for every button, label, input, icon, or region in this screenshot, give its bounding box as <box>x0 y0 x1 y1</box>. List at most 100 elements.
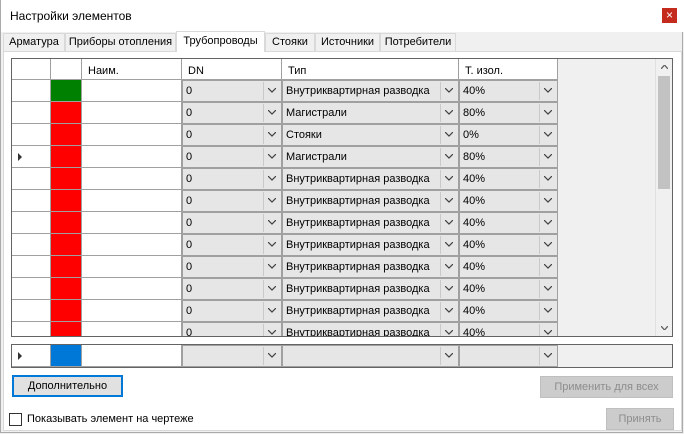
type-combo[interactable]: Внутриквартирная разводка <box>282 234 459 256</box>
insulation-column-header[interactable]: Т. изол. <box>459 59 558 80</box>
insulation-combo[interactable]: 40% <box>459 168 558 190</box>
pipelines-grid[interactable]: Наим. DN Тип Т. изол. 0 Внутриквартирная … <box>11 58 673 337</box>
dropdown-arrow-icon[interactable] <box>263 192 280 210</box>
dropdown-arrow-icon[interactable] <box>539 126 556 144</box>
type-combo[interactable]: Внутриквартирная разводка <box>282 190 459 212</box>
name-cell[interactable] <box>82 322 182 336</box>
dropdown-arrow-icon[interactable] <box>539 280 556 298</box>
dn-combo[interactable]: 0 <box>182 212 282 234</box>
dn-combo[interactable]: 0 <box>182 322 282 336</box>
type-combo[interactable]: Внутриквартирная разводка <box>282 322 459 336</box>
accept-button[interactable]: Принять <box>606 408 674 430</box>
dropdown-arrow-icon[interactable] <box>440 170 457 188</box>
dropdown-arrow-icon[interactable] <box>440 236 457 254</box>
dn-combo[interactable]: 0 <box>182 168 282 190</box>
close-button[interactable]: × <box>662 8 677 23</box>
dn-combo[interactable]: 0 <box>182 300 282 322</box>
dropdown-arrow-icon[interactable] <box>263 324 280 336</box>
row-header[interactable] <box>12 124 51 146</box>
color-cell[interactable] <box>51 256 82 278</box>
insulation-combo[interactable]: 40% <box>459 212 558 234</box>
new-row-header[interactable] <box>12 345 51 367</box>
tab-4[interactable]: Стояки <box>265 33 315 51</box>
insulation-combo[interactable]: 80% <box>459 102 558 124</box>
dropdown-arrow-icon[interactable] <box>440 347 457 365</box>
table-row[interactable]: 0 Внутриквартирная разводка 40% <box>12 168 656 190</box>
row-header[interactable] <box>12 212 51 234</box>
name-column-header[interactable]: Наим. <box>82 59 182 80</box>
dropdown-arrow-icon[interactable] <box>440 280 457 298</box>
dropdown-arrow-icon[interactable] <box>539 192 556 210</box>
color-cell[interactable] <box>51 322 82 336</box>
dn-column-header[interactable]: DN <box>182 59 282 80</box>
scroll-up-button[interactable] <box>656 59 673 75</box>
name-cell[interactable] <box>82 102 182 124</box>
table-row[interactable]: 0 Внутриквартирная разводка 40% <box>12 190 656 212</box>
dropdown-arrow-icon[interactable] <box>440 324 457 336</box>
dropdown-arrow-icon[interactable] <box>440 82 457 100</box>
tab-1[interactable]: Арматура <box>3 33 65 51</box>
new-insulation-combo[interactable] <box>459 345 558 367</box>
dropdown-arrow-icon[interactable] <box>263 82 280 100</box>
grid-vertical-scrollbar[interactable] <box>655 59 672 336</box>
type-combo[interactable]: Внутриквартирная разводка <box>282 300 459 322</box>
type-combo[interactable]: Внутриквартирная разводка <box>282 212 459 234</box>
insulation-combo[interactable]: 40% <box>459 80 558 102</box>
color-cell[interactable] <box>51 190 82 212</box>
row-header[interactable] <box>12 102 51 124</box>
insulation-combo[interactable]: 40% <box>459 190 558 212</box>
dropdown-arrow-icon[interactable] <box>440 192 457 210</box>
dropdown-arrow-icon[interactable] <box>539 324 556 336</box>
dropdown-arrow-icon[interactable] <box>263 302 280 320</box>
dropdown-arrow-icon[interactable] <box>440 104 457 122</box>
more-button[interactable]: Дополнительно <box>12 375 123 397</box>
dn-combo[interactable]: 0 <box>182 190 282 212</box>
scroll-down-button[interactable] <box>656 320 673 336</box>
dropdown-arrow-icon[interactable] <box>440 126 457 144</box>
type-combo[interactable]: Магистрали <box>282 146 459 168</box>
table-row[interactable]: 0 Стояки 0% <box>12 124 656 146</box>
row-header[interactable] <box>12 146 51 168</box>
type-combo[interactable]: Внутриквартирная разводка <box>282 168 459 190</box>
dn-combo[interactable]: 0 <box>182 102 282 124</box>
dropdown-arrow-icon[interactable] <box>539 170 556 188</box>
color-cell[interactable] <box>51 124 82 146</box>
table-row[interactable]: 0 Внутриквартирная разводка 40% <box>12 80 656 102</box>
dropdown-arrow-icon[interactable] <box>539 214 556 232</box>
color-cell[interactable] <box>51 234 82 256</box>
color-cell[interactable] <box>51 80 82 102</box>
dropdown-arrow-icon[interactable] <box>539 82 556 100</box>
table-row[interactable]: 0 Внутриквартирная разводка 40% <box>12 256 656 278</box>
color-cell[interactable] <box>51 300 82 322</box>
color-cell[interactable] <box>51 212 82 234</box>
dropdown-arrow-icon[interactable] <box>539 104 556 122</box>
dropdown-arrow-icon[interactable] <box>263 126 280 144</box>
dropdown-arrow-icon[interactable] <box>263 170 280 188</box>
name-cell[interactable] <box>82 190 182 212</box>
row-header[interactable] <box>12 322 51 336</box>
dn-combo[interactable]: 0 <box>182 146 282 168</box>
scroll-thumb[interactable] <box>658 76 670 189</box>
row-header[interactable] <box>12 234 51 256</box>
type-combo[interactable]: Магистрали <box>282 102 459 124</box>
dn-combo[interactable]: 0 <box>182 278 282 300</box>
color-cell[interactable] <box>51 102 82 124</box>
name-cell[interactable] <box>82 124 182 146</box>
type-combo[interactable]: Внутриквартирная разводка <box>282 256 459 278</box>
dropdown-arrow-icon[interactable] <box>263 104 280 122</box>
new-type-combo[interactable] <box>282 345 459 367</box>
dropdown-arrow-icon[interactable] <box>440 258 457 276</box>
type-combo[interactable]: Внутриквартирная разводка <box>282 80 459 102</box>
dropdown-arrow-icon[interactable] <box>263 280 280 298</box>
insulation-combo[interactable]: 80% <box>459 146 558 168</box>
row-header[interactable] <box>12 190 51 212</box>
insulation-combo[interactable]: 40% <box>459 278 558 300</box>
dropdown-arrow-icon[interactable] <box>539 148 556 166</box>
color-cell[interactable] <box>51 168 82 190</box>
dn-combo[interactable]: 0 <box>182 234 282 256</box>
dropdown-arrow-icon[interactable] <box>263 236 280 254</box>
tab-3[interactable]: Трубопроводы <box>176 31 265 52</box>
name-cell[interactable] <box>82 212 182 234</box>
name-cell[interactable] <box>82 234 182 256</box>
color-cell[interactable] <box>51 146 82 168</box>
